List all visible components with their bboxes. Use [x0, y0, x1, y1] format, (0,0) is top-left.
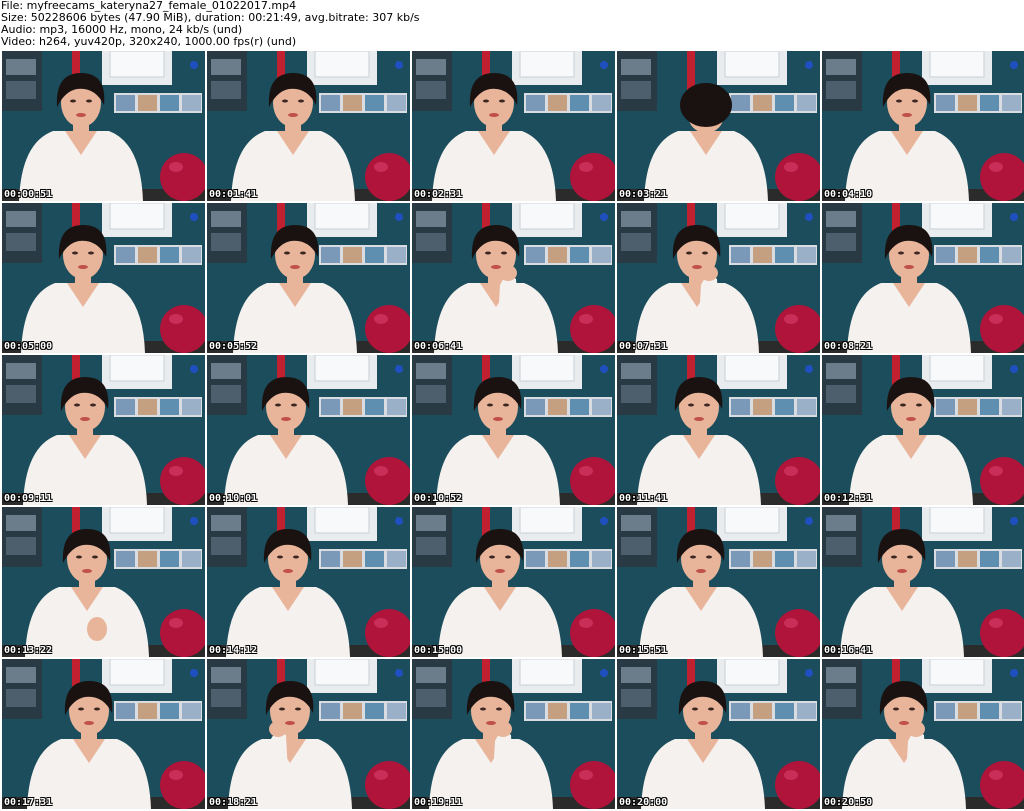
- thumbnail-scene: [822, 355, 1024, 505]
- timestamp-label: 00:12:31: [824, 493, 873, 504]
- video-thumbnail: 00:13:22: [2, 507, 205, 657]
- thumbnail-scene: [2, 203, 205, 353]
- thumbnail-scene: [412, 355, 615, 505]
- video-info-header: File: myfreecams_kateryna27_female_01022…: [0, 0, 1024, 50]
- video-thumbnail: 00:08:21: [822, 203, 1024, 353]
- thumbnail-scene: [412, 203, 615, 353]
- thumbnail-scene: [617, 355, 820, 505]
- video-thumbnail: 00:03:21: [617, 51, 820, 201]
- thumbnail-scene: [207, 51, 410, 201]
- timestamp-label: 00:16:41: [824, 645, 873, 656]
- thumbnail-grid: 00:00:51 00:01:41 00:02:31 00:03:21 00:04:10…: [0, 50, 1024, 811]
- timestamp-label: 00:20:00: [619, 797, 668, 808]
- video-thumbnail: 00:10:52: [412, 355, 615, 505]
- video-thumbnail: 00:16:41: [822, 507, 1024, 657]
- thumbnail-scene: [617, 51, 820, 201]
- thumbnail-scene: [412, 659, 615, 809]
- timestamp-label: 00:19:11: [414, 797, 463, 808]
- timestamp-label: 00:09:11: [4, 493, 53, 504]
- timestamp-label: 00:15:00: [414, 645, 463, 656]
- timestamp-label: 00:13:22: [4, 645, 53, 656]
- video-thumbnail: 00:18:21: [207, 659, 410, 809]
- timestamp-label: 00:03:21: [619, 189, 668, 200]
- timestamp-label: 00:02:31: [414, 189, 463, 200]
- timestamp-label: 00:18:21: [209, 797, 258, 808]
- thumbnail-scene: [822, 507, 1024, 657]
- video-thumbnail: 00:09:11: [2, 355, 205, 505]
- timestamp-label: 00:14:12: [209, 645, 258, 656]
- timestamp-label: 00:11:41: [619, 493, 668, 504]
- thumbnail-scene: [412, 51, 615, 201]
- timestamp-label: 00:08:21: [824, 341, 873, 352]
- video-thumbnail: 00:05:00: [2, 203, 205, 353]
- video-thumbnail: 00:00:51: [2, 51, 205, 201]
- thumbnail-scene: [207, 355, 410, 505]
- video-thumbnail: 00:14:12: [207, 507, 410, 657]
- video-thumbnail: 00:05:52: [207, 203, 410, 353]
- timestamp-label: 00:00:51: [4, 189, 53, 200]
- video-thumbnail: 00:20:00: [617, 659, 820, 809]
- thumbnail-scene: [822, 659, 1024, 809]
- thumbnail-scene: [617, 507, 820, 657]
- video-thumbnail: 00:01:41: [207, 51, 410, 201]
- video-thumbnail: 00:15:00: [412, 507, 615, 657]
- timestamp-label: 00:17:31: [4, 797, 53, 808]
- timestamp-label: 00:10:52: [414, 493, 463, 504]
- video-thumbnail: 00:06:41: [412, 203, 615, 353]
- video-line: Video: h264, yuv420p, 320x240, 1000.00 f…: [1, 35, 297, 48]
- timestamp-label: 00:01:41: [209, 189, 258, 200]
- timestamp-label: 00:05:52: [209, 341, 258, 352]
- timestamp-label: 00:04:10: [824, 189, 873, 200]
- video-thumbnail: 00:07:31: [617, 203, 820, 353]
- thumbnail-scene: [2, 51, 205, 201]
- video-thumbnail: 00:20:50: [822, 659, 1024, 809]
- video-thumbnail: 00:11:41: [617, 355, 820, 505]
- timestamp-label: 00:10:01: [209, 493, 258, 504]
- thumbnail-scene: [822, 51, 1024, 201]
- thumbnail-scene: [207, 507, 410, 657]
- video-thumbnail: 00:17:31: [2, 659, 205, 809]
- video-thumbnail: 00:12:31: [822, 355, 1024, 505]
- thumbnail-scene: [2, 659, 205, 809]
- video-thumbnail: 00:04:10: [822, 51, 1024, 201]
- timestamp-label: 00:07:31: [619, 341, 668, 352]
- thumbnail-scene: [617, 203, 820, 353]
- thumbnail-scene: [207, 659, 410, 809]
- video-thumbnail: 00:15:51: [617, 507, 820, 657]
- timestamp-label: 00:20:50: [824, 797, 873, 808]
- video-thumbnail: 00:10:01: [207, 355, 410, 505]
- video-thumbnail: 00:19:11: [412, 659, 615, 809]
- thumbnail-scene: [2, 355, 205, 505]
- video-thumbnail: 00:02:31: [412, 51, 615, 201]
- thumbnail-scene: [822, 203, 1024, 353]
- timestamp-label: 00:05:00: [4, 341, 53, 352]
- thumbnail-scene: [2, 507, 205, 657]
- thumbnail-scene: [617, 659, 820, 809]
- thumbnail-scene: [207, 203, 410, 353]
- timestamp-label: 00:06:41: [414, 341, 463, 352]
- thumbnail-scene: [412, 507, 615, 657]
- timestamp-label: 00:15:51: [619, 645, 668, 656]
